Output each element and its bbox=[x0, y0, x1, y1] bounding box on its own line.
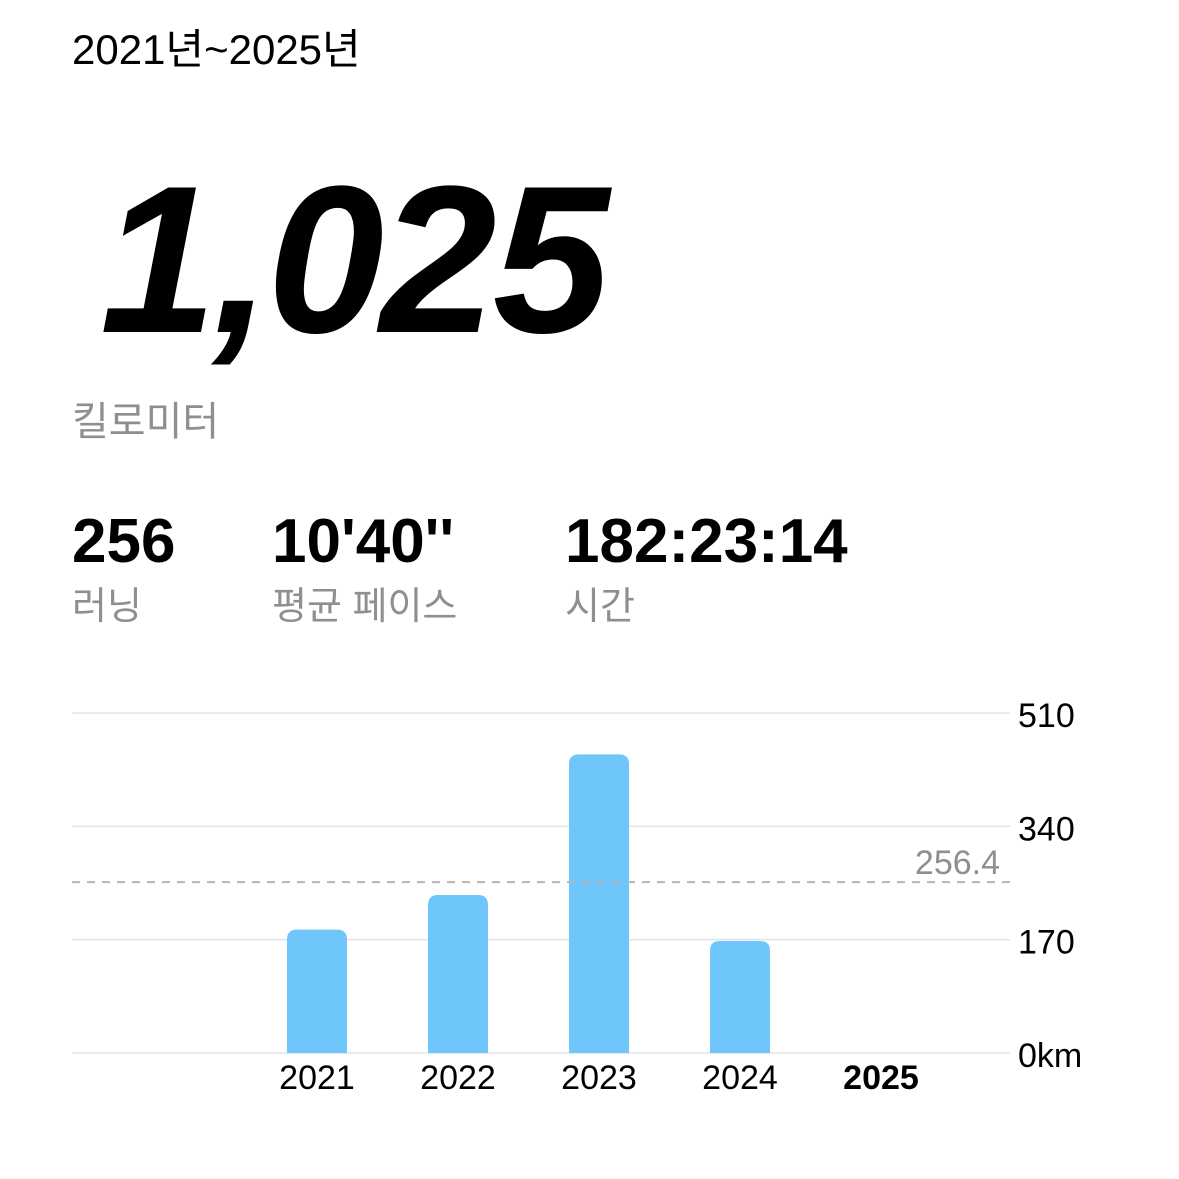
y-tick-label-3: 0km bbox=[1018, 1037, 1082, 1075]
x-tick-label-2024: 2024 bbox=[702, 1059, 778, 1097]
y-tick-label-0: 510 bbox=[1018, 697, 1075, 735]
bar-2021 bbox=[287, 929, 347, 1053]
average-label: 256.4 bbox=[915, 844, 1000, 882]
yearly-distance-chart: 256.4 510 340 170 0km 2021 2022 2023 2024 2025 bbox=[72, 697, 1082, 1097]
y-tick-label-2: 170 bbox=[1018, 924, 1075, 962]
chart-labels: 510 340 170 0km 2021 2022 2023 2024 2025 bbox=[279, 697, 1082, 1097]
chart-average: 256.4 bbox=[72, 844, 1010, 884]
bar-2024 bbox=[710, 941, 770, 1053]
x-tick-label-2023: 2023 bbox=[561, 1059, 637, 1097]
bar-2023 bbox=[569, 754, 629, 1053]
x-tick-label-2022: 2022 bbox=[420, 1059, 496, 1097]
x-tick-label-2021: 2021 bbox=[279, 1059, 355, 1097]
chart-bars bbox=[287, 754, 770, 1053]
bar-2022 bbox=[428, 895, 488, 1053]
x-tick-label-2025: 2025 bbox=[843, 1059, 919, 1097]
y-tick-label-1: 340 bbox=[1018, 810, 1075, 848]
